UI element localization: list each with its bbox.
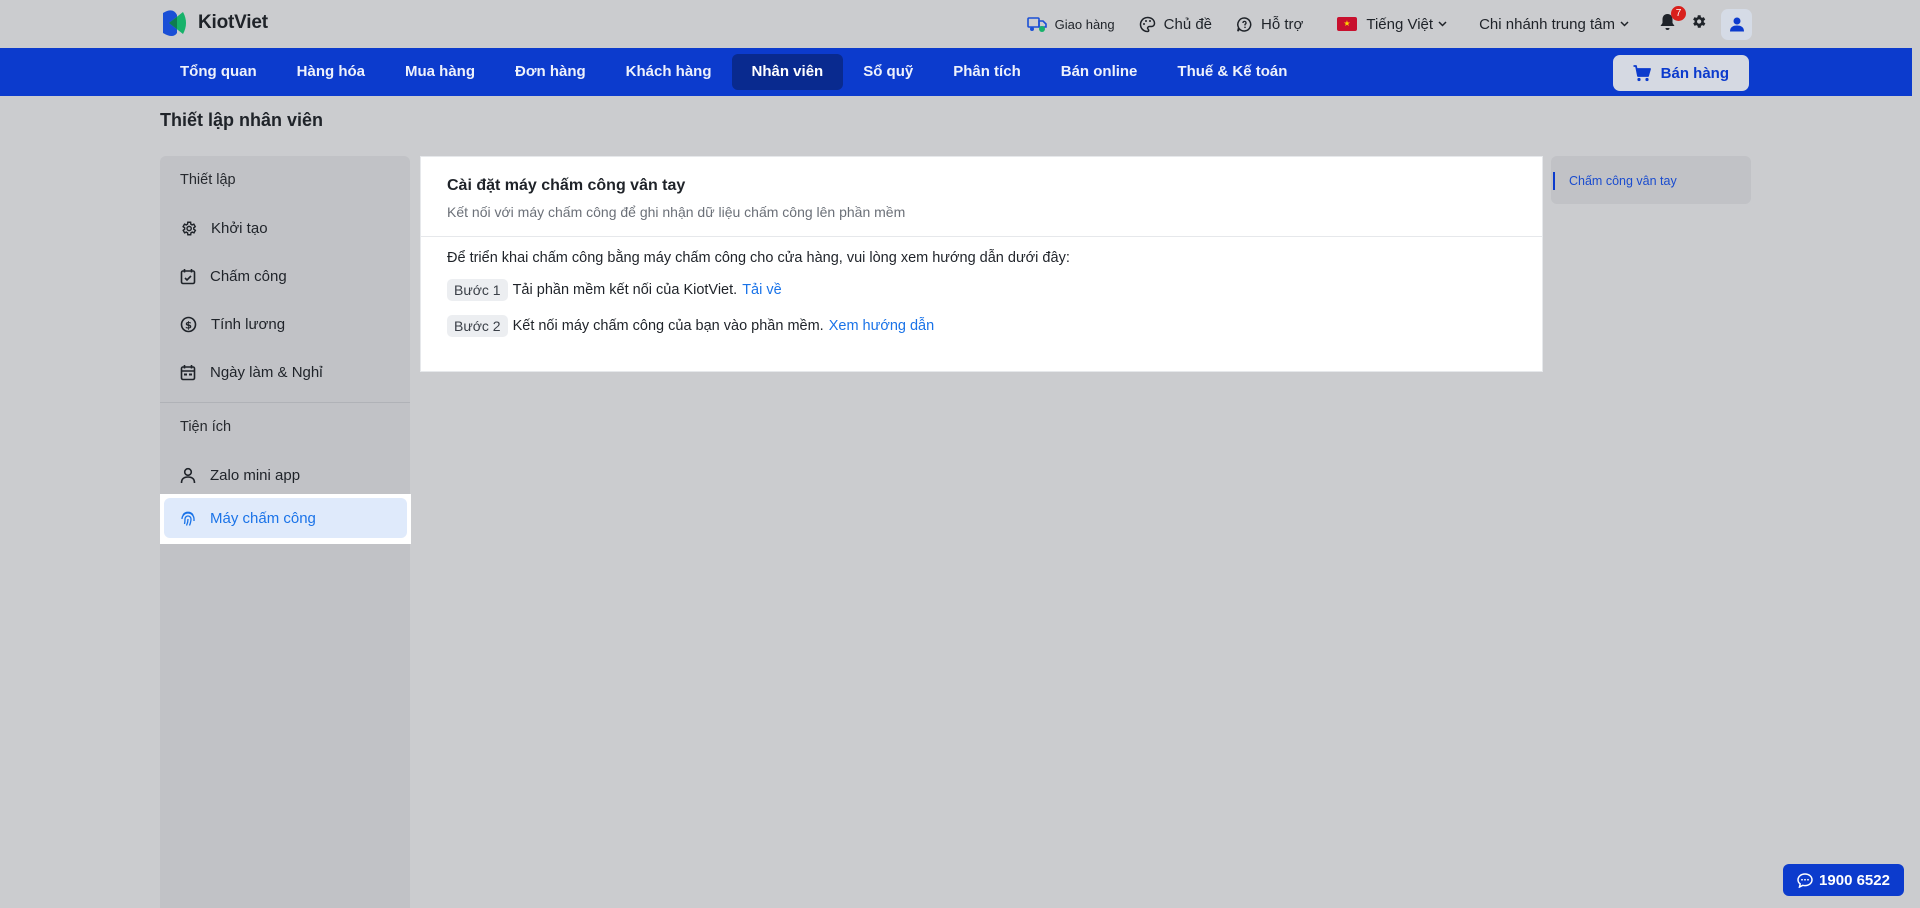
gear-icon <box>1693 15 1706 28</box>
sidebar-active-highlight: Máy chấm công <box>160 494 411 544</box>
hotline-button[interactable]: 1900 6522 <box>1783 864 1904 896</box>
sidebar-section-utilities: Tiện ích <box>180 419 232 435</box>
support-link[interactable]: Hỗ trợ <box>1236 16 1303 33</box>
chat-bubble-icon <box>1237 16 1252 32</box>
branch-selector[interactable]: Chi nhánh trung tâm <box>1479 16 1637 33</box>
instructions-intro: Để triển khai chấm công bằng máy chấm cô… <box>447 250 1070 266</box>
step-tag: Bước 1 <box>447 279 508 301</box>
hotline-number: 1900 6522 <box>1819 871 1890 889</box>
support-label: Hỗ trợ <box>1261 15 1304 33</box>
nav-item-tax-accounting[interactable]: Thuế & Kế toán <box>1157 54 1307 90</box>
chevron-down-icon <box>1438 21 1447 27</box>
palette-icon <box>1139 16 1155 32</box>
user-icon <box>180 467 196 483</box>
top-bar: KiotViet Giao hàng Chủ đề Hỗ trợ ★ Tiếng… <box>0 0 1912 48</box>
vietnam-flag-icon <box>1337 17 1358 31</box>
sidebar-item-timekeeping[interactable]: Chấm công <box>160 252 410 300</box>
sidebar-item-label: Tính lương <box>211 315 286 333</box>
sidebar-section-settings: Thiết lập <box>180 172 236 188</box>
top-right-actions: Giao hàng Chủ đề Hỗ trợ Tiếng Việt Chi n… <box>1003 5 1752 40</box>
card-header: Cài đặt máy chấm công vân tay Kết nối vớ… <box>421 157 1542 237</box>
card-subtitle: Kết nối với máy chấm công để ghi nhận dữ… <box>447 204 906 220</box>
step-tag: Bước 2 <box>447 315 508 337</box>
notification-badge: 7 <box>1671 5 1686 21</box>
step-1: Bước 1 Tải phần mềm kết nối của KiotViet… <box>447 279 1516 301</box>
theme-link[interactable]: Chủ đề <box>1139 16 1212 33</box>
chat-icon <box>1797 872 1813 888</box>
sidebar-item-workdays-leave[interactable]: Ngày làm & Nghỉ <box>160 348 410 396</box>
nav-item-products[interactable]: Hàng hóa <box>277 54 385 90</box>
dollar-circle-icon: $ <box>180 316 197 332</box>
logo-mark-icon <box>159 7 193 39</box>
avatar[interactable] <box>1721 8 1752 40</box>
download-link[interactable]: Tải về <box>742 282 782 298</box>
sidebar-item-payroll[interactable]: $ Tính lương <box>160 300 410 348</box>
section-anchor-panel: Chấm công vân tay <box>1551 156 1751 204</box>
window-scroll-gutter <box>1912 0 1920 908</box>
language-label: Tiếng Việt <box>1366 15 1434 33</box>
page-title: Thiết lập nhân viên <box>160 110 324 130</box>
sidebar-item-label: Ngày làm & Nghỉ <box>210 363 323 381</box>
time-clock-settings-card: Cài đặt máy chấm công vân tay Kết nối vớ… <box>420 156 1543 372</box>
nav-items: Tổng quan Hàng hóa Mua hàng Đơn hàng Khá… <box>160 48 1307 96</box>
sidebar-item-time-clock[interactable]: Máy chấm công <box>164 498 407 538</box>
nav-item-orders[interactable]: Đơn hàng <box>495 54 606 90</box>
card-body: Để triển khai chấm công bằng máy chấm cô… <box>421 237 1542 350</box>
main-nav: Tổng quan Hàng hóa Mua hàng Đơn hàng Khá… <box>0 48 1912 96</box>
cart-icon <box>1633 64 1651 81</box>
delivery-label: Giao hàng <box>1054 16 1115 32</box>
sidebar-item-label: Khởi tạo <box>211 219 268 237</box>
view-guide-link[interactable]: Xem hướng dẫn <box>829 318 934 334</box>
settings-sidebar: Thiết lập Khởi tạo Chấm công $ Tính lươn… <box>160 156 411 908</box>
theme-label: Chủ đề <box>1163 15 1213 33</box>
sidebar-item-label: Zalo mini app <box>210 466 301 484</box>
kiotviet-logo[interactable]: KiotViet <box>159 7 268 39</box>
nav-item-cashbook[interactable]: Sổ quỹ <box>843 54 933 90</box>
svg-text:$: $ <box>185 320 192 331</box>
anchor-item-fingerprint-timekeeping[interactable]: Chấm công vân tay <box>1553 172 1677 190</box>
chevron-down-icon <box>1620 21 1629 27</box>
language-selector[interactable]: Tiếng Việt <box>1337 16 1455 33</box>
sell-button[interactable]: Bán hàng <box>1612 55 1749 91</box>
notification-button[interactable]: 7 <box>1659 5 1686 36</box>
calendar-icon <box>180 364 196 380</box>
settings-button[interactable] <box>1690 13 1707 35</box>
sidebar-item-label: Máy chấm công <box>210 509 316 527</box>
gear-icon <box>182 221 197 235</box>
nav-item-employees[interactable]: Nhân viên <box>731 54 844 90</box>
fingerprint-icon <box>181 511 195 526</box>
nav-item-purchasing[interactable]: Mua hàng <box>385 54 495 90</box>
sidebar-item-zalo-mini-app[interactable]: Zalo mini app <box>160 451 410 499</box>
branch-label: Chi nhánh trung tâm <box>1479 15 1615 33</box>
sell-button-label: Bán hàng <box>1660 64 1729 82</box>
nav-item-customers[interactable]: Khách hàng <box>606 54 732 90</box>
nav-item-overview[interactable]: Tổng quan <box>160 54 277 90</box>
sidebar-item-label: Chấm công <box>210 267 287 285</box>
truck-icon <box>1026 17 1047 32</box>
card-title: Cài đặt máy chấm công vân tay <box>447 177 686 194</box>
delivery-link[interactable]: Giao hàng <box>1026 15 1115 33</box>
nav-item-analytics[interactable]: Phân tích <box>933 54 1041 90</box>
step-text: Kết nối máy chấm công của bạn vào phần m… <box>512 318 824 334</box>
step-text: Tải phần mềm kết nối của KiotViet. <box>512 282 738 298</box>
user-avatar-icon <box>1729 17 1744 32</box>
logo-text: KiotViet <box>198 12 268 33</box>
step-2: Bước 2 Kết nối máy chấm công của bạn vào… <box>447 315 1516 337</box>
nav-item-online-sales[interactable]: Bán online <box>1041 54 1158 90</box>
calendar-check-icon <box>180 268 196 284</box>
sidebar-item-initialize[interactable]: Khởi tạo <box>160 204 410 252</box>
